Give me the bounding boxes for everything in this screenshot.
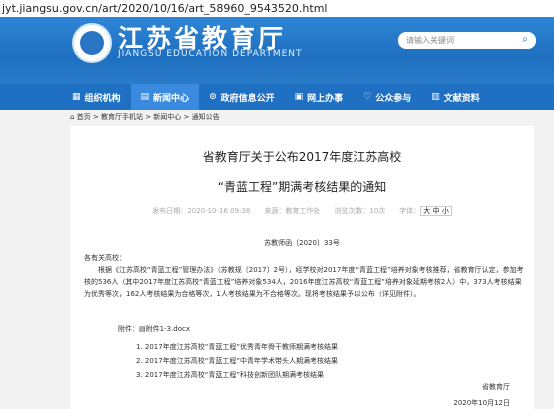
document-number: 苏教师函〔2020〕33号 — [264, 239, 340, 247]
site-subtitle: JIANGSU EDUCATION DEPARTMENT — [118, 49, 303, 59]
site-banner: 江苏省教育厅 JIANGSU EDUCATION DEPARTMENT 请输入关… — [0, 17, 554, 84]
list-item: 1. 2017年度江苏高校“青蓝工程”优秀青年骨干教师期满考核结果 — [136, 343, 338, 351]
salutation: 各有关高校： — [84, 254, 126, 262]
attachment-link[interactable]: 附件1-3.docx — [146, 325, 190, 333]
article-title-line1: 省教育厅关于公布2017年度江苏高校 — [202, 150, 402, 164]
list-item: 3. 2017年度江苏高校“青蓝工程”科技创新团队期满考核结果 — [136, 371, 324, 379]
nav-item-public-participation[interactable]: ♡ 公众参与 — [353, 84, 421, 110]
building-icon: ▦ — [72, 92, 81, 102]
article-title-line2: “青蓝工程”期满考核结果的通知 — [217, 180, 387, 194]
emblem-logo[interactable] — [72, 23, 112, 63]
document-icon: ▥ — [431, 92, 440, 102]
attachment-row: 附件：▤附件1-3.docx — [118, 325, 191, 333]
list-item: 2. 2017年度江苏高校“青蓝工程”中青年学术带头人期满考核结果 — [136, 357, 338, 365]
heart-icon: ♡ — [363, 92, 372, 102]
address-bar[interactable]: jyt.jiangsu.gov.cn/art/2020/10/16/art_58… — [0, 0, 554, 17]
file-icon: ▤ — [139, 325, 146, 333]
article-panel: 省教育厅关于公布2017年度江苏高校 “青蓝工程”期满考核结果的通知 发布日期：… — [70, 126, 534, 409]
main-nav: ▦ 组织机构 ▤ 新闻中心 ⊙ 政府信息公开 ▣ 网上办事 ♡ 公众参与 ▥ 文献资料 — [0, 84, 554, 110]
nav-item-info-disclosure[interactable]: ⊙ 政府信息公开 — [199, 84, 285, 110]
article-source: 来源：教育工作处 — [264, 207, 321, 215]
article-body: 各有关高校： 根据《江苏高校“青蓝工程”管理办法》（苏教规〔2017〕2号），经… — [84, 252, 524, 300]
view-count: 浏览次数：10次 — [334, 207, 386, 215]
search-input[interactable]: 请输入关键词 ⌕ — [398, 32, 536, 49]
attachment-list: 1. 2017年度江苏高校“青蓝工程”优秀青年骨干教师期满考核结果 2. 201… — [136, 340, 338, 382]
sign-date: 2020年10月12日 — [453, 399, 510, 407]
nav-item-online-service[interactable]: ▣ 网上办事 — [285, 84, 354, 110]
article-meta: 发布日期：2020-10-16 09:38 来源：教育工作处 浏览次数：10次 … — [70, 206, 534, 216]
service-icon: ▣ — [294, 92, 304, 102]
nav-item-organization[interactable]: ▦ 组织机构 — [62, 84, 131, 110]
publish-date: 发布日期：2020-10-16 09:38 — [152, 207, 251, 215]
info-icon: ⊙ — [209, 92, 217, 102]
nav-item-documents[interactable]: ▥ 文献资料 — [421, 84, 490, 110]
search-icon[interactable]: ⌕ — [519, 34, 531, 46]
signature: 省教育厅 — [482, 383, 510, 391]
breadcrumb[interactable]: ⌂ 首页 > 教育厅手机站 > 新闻中心 > 通知公告 — [70, 112, 220, 122]
nav-item-news[interactable]: ▤ 新闻中心 — [130, 84, 200, 110]
font-size-selector[interactable]: 大 中 小 — [420, 206, 452, 216]
home-icon: ⌂ — [70, 113, 77, 121]
font-size-label: 字体： — [399, 207, 421, 215]
body-paragraph: 根据《江苏高校“青蓝工程”管理办法》（苏教规〔2017〕2号），经学校对2017… — [84, 266, 524, 298]
news-icon: ▤ — [140, 92, 150, 102]
